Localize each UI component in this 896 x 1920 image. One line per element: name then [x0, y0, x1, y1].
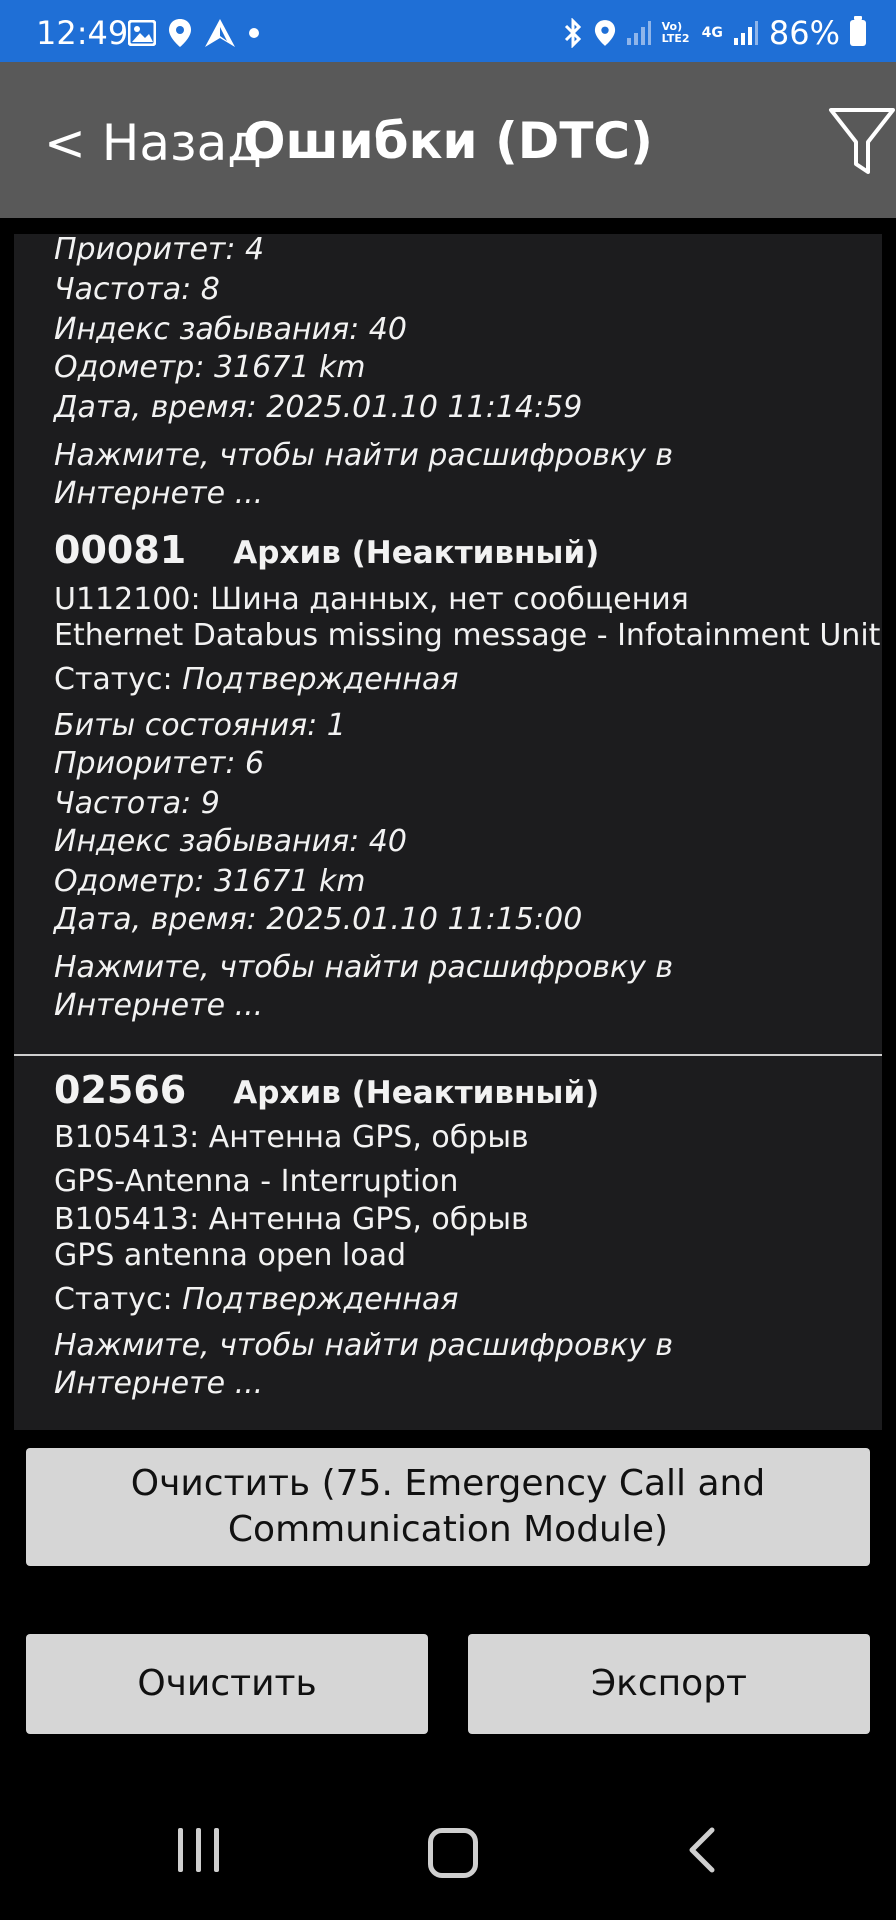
- battery-percent: 86%: [768, 14, 840, 52]
- dtc-card[interactable]: 02566 Архив (Неактивный) B105413: Антенн…: [14, 1056, 882, 1430]
- system-nav-bar: [0, 1790, 896, 1920]
- volte-label: Vo) LTE2: [661, 20, 690, 45]
- page-title: Ошибки (DTC): [243, 112, 653, 170]
- search-online-link[interactable]: Нажмите, чтобы найти расшифровку в: [54, 1328, 673, 1364]
- app-header: < Назад Ошибки (DTC): [0, 62, 896, 218]
- recent-apps-icon[interactable]: [178, 1828, 222, 1872]
- dtc-line: Одометр: 31671 km: [54, 350, 366, 385]
- dtc-list[interactable]: Приоритет: 4 Частота: 8 Индекс забывания…: [14, 234, 882, 1430]
- dtc-status: Архив (Неактивный): [233, 535, 600, 571]
- export-button[interactable]: Экспорт: [468, 1634, 870, 1734]
- navigation-app-icon: [205, 19, 235, 47]
- dtc-description: Ethernet Databus missing message - Infot…: [54, 618, 881, 653]
- dtc-description: B105413: Антенна GPS, обрыв: [54, 1202, 529, 1237]
- dtc-line: Дата, время: 2025.01.10 11:15:00: [54, 902, 583, 937]
- dtc-line: Дата, время: 2025.01.10 11:14:59: [54, 390, 583, 425]
- dtc-line: Приоритет: 6: [54, 746, 265, 781]
- dtc-line: Индекс забывания: 40: [54, 312, 407, 347]
- dtc-description: GPS-Antenna - Interruption: [54, 1164, 459, 1199]
- dtc-description: B105413: Антенна GPS, обрыв: [54, 1120, 529, 1155]
- dtc-confirm-status: Статус: Подтвержденная: [54, 662, 459, 697]
- dtc-line: Биты состояния: 1: [54, 708, 346, 743]
- location-icon: [169, 19, 191, 47]
- bluetooth-icon: [564, 18, 581, 48]
- dtc-line: Частота: 9: [54, 786, 220, 821]
- dtc-status: Архив (Неактивный): [233, 1075, 600, 1111]
- signal-weak-icon: [626, 21, 651, 45]
- clear-module-button[interactable]: Очистить (75. Emergency Call and Communi…: [26, 1448, 870, 1566]
- search-online-link[interactable]: Нажмите, чтобы найти расшифровку в: [54, 950, 673, 986]
- search-online-link[interactable]: Интернете ...: [54, 988, 263, 1024]
- network-type-label: 4G: [701, 25, 723, 41]
- dtc-line: Частота: 8: [54, 272, 220, 307]
- dtc-description: GPS antenna open load: [54, 1238, 407, 1273]
- location-icon: [594, 20, 615, 46]
- status-time: 12:49: [36, 14, 129, 52]
- dtc-line: Индекс забывания: 40: [54, 824, 407, 859]
- signal-icon: [733, 21, 758, 45]
- status-bar: 12:49 Vo) LTE2 4G 86%: [0, 0, 896, 62]
- clear-button[interactable]: Очистить: [26, 1634, 428, 1734]
- search-online-link[interactable]: Нажмите, чтобы найти расшифровку в: [54, 438, 673, 474]
- back-icon[interactable]: [682, 1826, 722, 1874]
- home-icon[interactable]: [428, 1828, 478, 1878]
- dtc-confirm-status: Статус: Подтвержденная: [54, 1282, 459, 1317]
- dtc-code: 02566: [54, 1068, 187, 1112]
- search-online-link[interactable]: Интернете ...: [54, 1366, 263, 1402]
- dtc-card[interactable]: 00081 Архив (Неактивный) U112100: Шина д…: [14, 516, 882, 1056]
- filter-icon[interactable]: [828, 104, 896, 178]
- dtc-description: U112100: Шина данных, нет сообщения: [54, 582, 689, 617]
- dtc-line: Одометр: 31671 km: [54, 864, 366, 899]
- battery-icon: [850, 16, 866, 46]
- search-online-link[interactable]: Интернете ...: [54, 476, 263, 512]
- gallery-icon: [128, 20, 156, 46]
- dtc-line: Приоритет: 4: [54, 234, 265, 267]
- dtc-code: 00081: [54, 528, 187, 572]
- dot-icon: [249, 28, 259, 38]
